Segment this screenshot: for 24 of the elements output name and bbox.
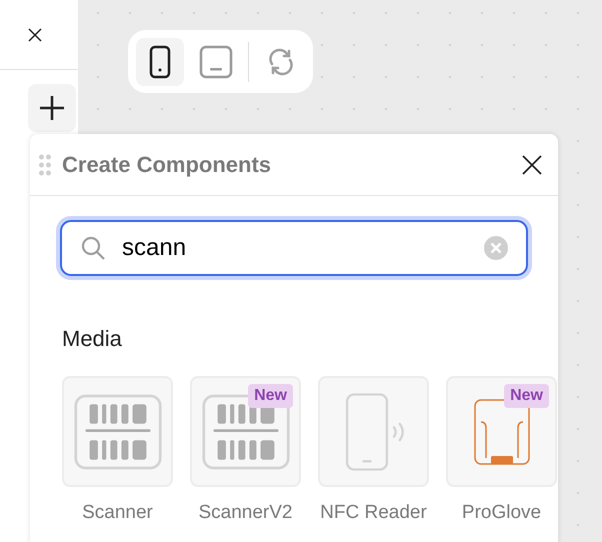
component-tile[interactable]: New bbox=[446, 376, 557, 487]
drag-handle-icon[interactable] bbox=[38, 154, 52, 176]
phone-icon bbox=[149, 44, 171, 78]
barcode-scanner-icon bbox=[72, 392, 162, 470]
new-badge: New bbox=[248, 384, 293, 408]
new-badge: New bbox=[504, 384, 549, 408]
close-icon bbox=[27, 26, 43, 42]
component-tile[interactable] bbox=[318, 376, 429, 487]
panel-title: Create Components bbox=[62, 151, 272, 179]
search-icon bbox=[80, 235, 106, 261]
device-toggle[interactable] bbox=[136, 38, 184, 86]
section-title: Media bbox=[62, 328, 123, 350]
clear-icon[interactable] bbox=[484, 236, 508, 260]
component-label: NFC Reader bbox=[320, 501, 427, 525]
add-button[interactable] bbox=[28, 84, 76, 132]
search-input[interactable]: scann bbox=[122, 230, 484, 266]
component-tile[interactable]: New bbox=[190, 376, 301, 487]
component-label: ProGlove bbox=[462, 501, 542, 525]
tablet-icon bbox=[199, 44, 233, 78]
plus-icon bbox=[39, 95, 65, 121]
component-tile[interactable] bbox=[62, 376, 173, 487]
component-label: ScannerV2 bbox=[198, 501, 292, 525]
component-label: Scanner bbox=[82, 501, 153, 525]
close-icon bbox=[521, 154, 543, 176]
